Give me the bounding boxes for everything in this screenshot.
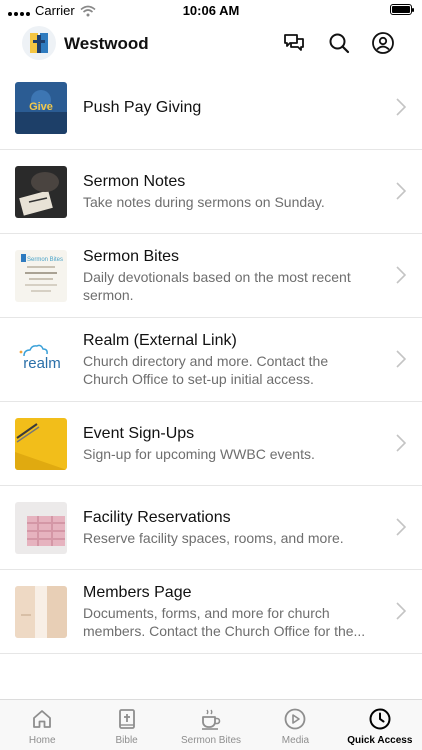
search-icon xyxy=(329,33,350,54)
list-item-text: Realm (External Link) Church directory a… xyxy=(83,318,372,401)
list-item-text: Facility Reservations Reserve facility s… xyxy=(83,486,372,569)
app-title: Westwood xyxy=(64,34,149,53)
list-item-members-page[interactable]: Members Page Documents, forms, and more … xyxy=(0,570,422,654)
list-item-text: Members Page Documents, forms, and more … xyxy=(83,570,372,653)
give-thumbnail-text: Give xyxy=(29,101,53,113)
church-logo[interactable] xyxy=(22,26,56,60)
facility-reservations-thumbnail xyxy=(15,502,67,554)
user-icon xyxy=(372,32,394,54)
chevron-right-icon xyxy=(396,518,407,536)
tab-label: Sermon Bites xyxy=(181,735,242,746)
list-item-title: Members Page xyxy=(83,584,192,601)
profile-button[interactable] xyxy=(371,31,395,55)
realm-thumbnail-text: realm xyxy=(23,355,61,372)
realm-thumbnail: realm xyxy=(15,334,67,386)
tab-home[interactable]: Home xyxy=(0,700,84,750)
tab-bible[interactable]: Bible xyxy=(84,700,168,750)
messages-button[interactable] xyxy=(282,31,306,55)
chevron-right-icon xyxy=(396,602,407,620)
chevron-right-icon xyxy=(396,434,407,452)
tab-sermon-bites[interactable]: Sermon Bites xyxy=(169,700,253,750)
status-right xyxy=(390,4,414,15)
tab-label: Quick Access xyxy=(347,735,413,746)
list-item-text: Push Pay Giving xyxy=(83,66,372,149)
sermon-notes-thumbnail xyxy=(15,166,67,218)
list-item-subtitle: Church directory and more. Contact the C… xyxy=(83,353,329,387)
list-item-text: Event Sign-Ups Sign-up for upcoming WWBC… xyxy=(83,402,372,485)
list-item-title: Sermon Notes xyxy=(83,173,186,190)
bible-icon xyxy=(118,709,135,729)
list-item-title: Facility Reservations xyxy=(83,509,231,526)
church-logo-icon xyxy=(30,33,48,53)
home-icon xyxy=(33,710,52,728)
tab-media[interactable]: Media xyxy=(253,700,337,750)
list-item-subtitle: Take notes during sermons on Sunday. xyxy=(83,194,325,210)
app-header: Westwood xyxy=(0,22,422,66)
list-item-realm[interactable]: realm Realm (External Link) Church direc… xyxy=(0,318,422,402)
battery-icon xyxy=(390,4,414,15)
give-thumbnail: Give xyxy=(15,82,67,134)
sermon-bites-thumbnail-text: Sermon Bites xyxy=(27,257,63,263)
list-item-subtitle: Reserve facility spaces, rooms, and more… xyxy=(83,530,344,546)
chat-bubbles-icon xyxy=(284,34,304,51)
tab-label: Media xyxy=(281,735,310,746)
tab-label: Home xyxy=(28,735,56,746)
list-item-title: Sermon Bites xyxy=(83,248,180,265)
list-item-text: Sermon Notes Take notes during sermons o… xyxy=(83,150,372,233)
coffee-cup-icon xyxy=(202,709,221,730)
event-sign-ups-thumbnail xyxy=(15,418,67,470)
list-item-sermon-bites[interactable]: Sermon Bites Sermon Bites Daily devotion… xyxy=(0,234,422,318)
chevron-right-icon xyxy=(396,98,407,116)
members-page-thumbnail xyxy=(15,586,67,638)
status-bar: Carrier 10:06 AM xyxy=(0,0,422,22)
chevron-right-icon xyxy=(396,182,407,200)
list-item-push-pay-giving[interactable]: Give Push Pay Giving xyxy=(0,66,422,150)
quick-access-list: Give Push Pay Giving Sermon Notes Take n… xyxy=(0,66,422,654)
tab-bar: Home Bible Sermon Bites Media Quick Acce… xyxy=(0,699,422,750)
play-circle-icon xyxy=(285,708,306,730)
list-item-title: Event Sign-Ups xyxy=(83,425,195,442)
list-item-event-sign-ups[interactable]: Event Sign-Ups Sign-up for upcoming WWBC… xyxy=(0,402,422,486)
sermon-bites-thumbnail: Sermon Bites xyxy=(15,250,67,302)
status-time: 10:06 AM xyxy=(182,3,240,18)
tab-quick-access[interactable]: Quick Access xyxy=(338,700,422,750)
list-item-subtitle: Daily devotionals based on the most rece… xyxy=(83,269,351,303)
chevron-right-icon xyxy=(396,350,407,368)
list-item-text: Sermon Bites Daily devotionals based on … xyxy=(83,234,372,317)
list-item-sermon-notes[interactable]: Sermon Notes Take notes during sermons o… xyxy=(0,150,422,234)
list-item-subtitle: Sign-up for upcoming WWBC events. xyxy=(83,446,315,462)
list-item-subtitle: Documents, forms, and more for church me… xyxy=(83,605,366,639)
tab-label: Bible xyxy=(115,735,138,746)
list-item-title: Push Pay Giving xyxy=(83,98,202,116)
chevron-right-icon xyxy=(396,266,407,284)
list-item-facility-reservations[interactable]: Facility Reservations Reserve facility s… xyxy=(0,486,422,570)
list-item-title: Realm (External Link) xyxy=(83,332,237,349)
search-button[interactable] xyxy=(327,31,351,55)
clock-icon xyxy=(369,708,391,730)
